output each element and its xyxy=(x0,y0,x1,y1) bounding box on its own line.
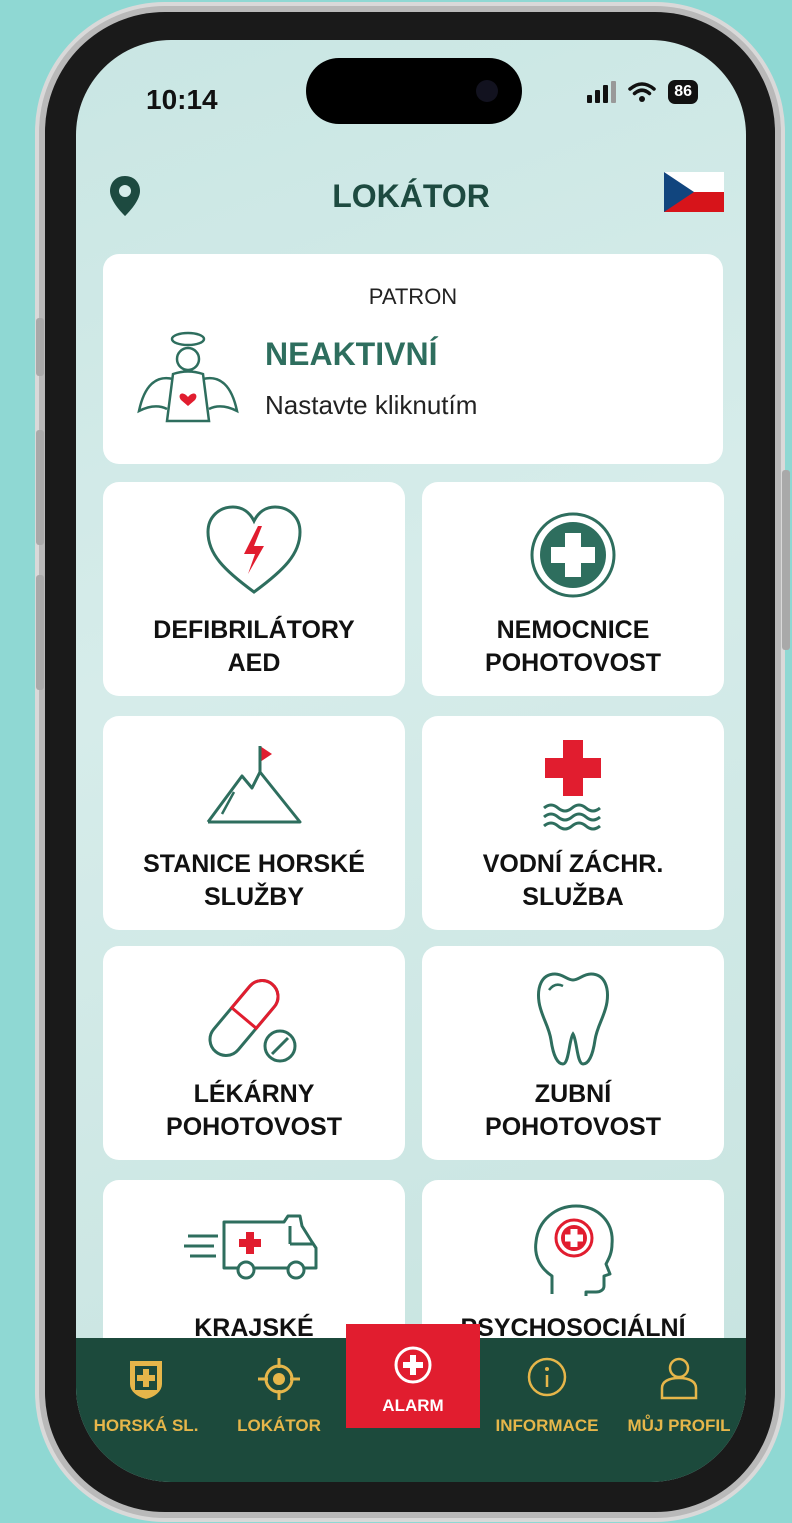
water-rescue-icon xyxy=(422,738,724,834)
nav-label: INFORMACE xyxy=(495,1416,599,1435)
status-time: 10:14 xyxy=(146,84,218,115)
czech-flag-icon[interactable] xyxy=(664,172,724,212)
app-screen: 10:14 86 LOKÁTOR PATRON NEAKTIVNÍ Nastav… xyxy=(76,40,746,1482)
bottom-navigation: HORSKÁ SL. LOKÁTOR ALARM INFORMACE MŮJ P… xyxy=(76,1324,746,1482)
volume-up-button xyxy=(36,430,44,545)
app-header: LOKÁTOR xyxy=(76,160,746,230)
ambulance-icon xyxy=(103,1212,405,1282)
signal-icon xyxy=(587,81,617,103)
nav-lokator[interactable]: LOKÁTOR xyxy=(214,1338,344,1448)
tile-label: VODNÍ ZÁCHR. SLUŽBA xyxy=(482,850,664,911)
page-title: LOKÁTOR xyxy=(332,178,490,214)
mountain-flag-icon xyxy=(103,742,405,828)
nav-label: HORSKÁ SL. xyxy=(93,1416,199,1435)
volume-down-button xyxy=(36,575,44,690)
patron-card[interactable]: PATRON NEAKTIVNÍ Nastavte kliknutím xyxy=(103,254,723,464)
shield-emblem-icon xyxy=(78,1356,214,1402)
silent-switch xyxy=(36,318,44,376)
nav-label: LOKÁTOR xyxy=(237,1416,321,1435)
status-indicators: 86 xyxy=(587,80,698,104)
info-icon xyxy=(482,1356,612,1398)
tile-dental[interactable]: ZUBNÍ POHOTOVOST xyxy=(422,946,724,1160)
nav-profil[interactable]: MŮJ PROFIL xyxy=(612,1338,746,1448)
tile-label: ZUBNÍ POHOTOVOST xyxy=(485,1080,661,1141)
heart-defibrillator-icon xyxy=(103,504,405,596)
tile-defibrillators[interactable]: DEFIBRILÁTORY AED xyxy=(103,482,405,696)
head-cross-icon xyxy=(422,1202,724,1298)
battery-indicator: 86 xyxy=(668,80,698,104)
nav-informace[interactable]: INFORMACE xyxy=(482,1338,612,1448)
patron-label: PATRON xyxy=(368,284,458,309)
patron-status: NEAKTIVNÍ xyxy=(265,336,438,372)
patron-hint: Nastavte kliknutím xyxy=(265,390,478,420)
nav-alarm[interactable]: ALARM xyxy=(346,1324,480,1428)
wifi-icon xyxy=(628,82,656,102)
tile-label: LÉKÁRNY POHOTOVOST xyxy=(166,1080,342,1141)
tile-label: STANICE HORSKÉ SLUŽBY xyxy=(143,850,365,911)
tile-mountain-rescue[interactable]: STANICE HORSKÉ SLUŽBY xyxy=(103,716,405,930)
tile-label: NEMOCNICE POHOTOVOST xyxy=(485,616,661,677)
user-icon xyxy=(612,1356,746,1400)
tile-hospitals[interactable]: NEMOCNICE POHOTOVOST xyxy=(422,482,724,696)
angel-icon xyxy=(137,331,239,423)
tooth-icon xyxy=(422,968,724,1068)
nav-label: ALARM xyxy=(382,1396,444,1415)
pills-icon xyxy=(103,968,405,1068)
nav-horska[interactable]: HORSKÁ SL. xyxy=(78,1338,214,1448)
dynamic-island xyxy=(306,58,522,124)
plus-circle-icon xyxy=(346,1346,480,1384)
tile-water-rescue[interactable]: VODNÍ ZÁCHR. SLUŽBA xyxy=(422,716,724,930)
crosshair-icon xyxy=(214,1356,344,1402)
tile-pharmacies[interactable]: LÉKÁRNY POHOTOVOST xyxy=(103,946,405,1160)
power-button xyxy=(782,470,790,650)
hospital-cross-icon xyxy=(422,510,724,600)
nav-label: MŮJ PROFIL xyxy=(627,1416,731,1435)
tile-label: DEFIBRILÁTORY AED xyxy=(153,616,355,677)
